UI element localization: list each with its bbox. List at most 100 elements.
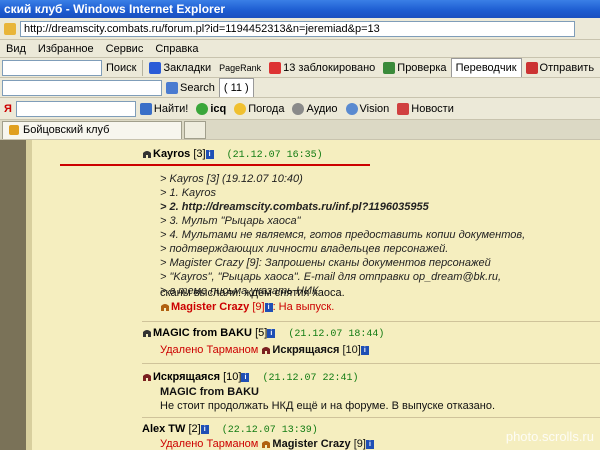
info-icon[interactable]: i [267, 328, 276, 338]
moderator-reply: Magister Crazy [9] i: На выпуск. [160, 300, 334, 314]
news-icon [397, 102, 410, 115]
block-icon [269, 61, 282, 74]
vision-button[interactable]: Vision [342, 100, 394, 118]
quote-line: > Magister Crazy [9]: Запрошены сканы до… [160, 257, 491, 269]
send-button[interactable]: Отправить [522, 59, 599, 77]
weather-label: Погода [248, 102, 285, 115]
deleted-author[interactable]: Magister Crazy [272, 438, 350, 450]
menu-item-view[interactable]: Вид [0, 43, 32, 55]
toolbar-yandex: Я Найти! icq Погода Аудио Vision Новости [0, 98, 600, 120]
audio-button[interactable]: Аудио [288, 100, 341, 118]
count-label: ( 11 ) [223, 81, 249, 94]
separator [142, 59, 144, 76]
post-level: [10] [223, 371, 242, 383]
info-icon[interactable]: i [200, 424, 209, 434]
search-label: Поиск [106, 61, 137, 74]
forum-content: Kayros [3] i (21.12.07 16:35) > Kayros [3… [32, 140, 600, 450]
deleted-author[interactable]: Искрящаяся [272, 344, 339, 356]
post-divider [142, 321, 600, 322]
info-icon[interactable]: i [360, 345, 369, 355]
quote-line: > Kayros [3] (19.12.07 10:40) [160, 173, 303, 185]
reply-level: [9] [252, 301, 265, 313]
menu-item-favorites[interactable]: Избранное [32, 43, 100, 55]
post-level: [3] [193, 148, 206, 160]
pagerank-label: PageRank [219, 62, 262, 73]
audio-icon [292, 102, 305, 115]
weather-icon [234, 102, 247, 115]
quote-link[interactable]: > 2. http://dreamscity.combats.ru/inf.pl… [160, 200, 525, 214]
quote-line: > "Kayros", "Рыцарь хаоса". E-mail для о… [160, 271, 502, 283]
eye-icon [345, 102, 358, 115]
find-label: Найти! [153, 102, 189, 115]
popup-blocker-button[interactable]: 13 заблокировано [265, 59, 379, 77]
helmet-icon [262, 441, 271, 449]
reply-text: : На выпуск. [272, 301, 335, 313]
deleted-by: Удалено Тарманом [160, 438, 259, 450]
star-icon [149, 61, 162, 74]
new-tab-button[interactable] [184, 120, 206, 139]
toolbar-search: Search ( 11 ) [0, 78, 600, 98]
deleted-level: [10] [342, 344, 361, 356]
news-button[interactable]: Новости [393, 100, 458, 118]
post-author[interactable]: Alex TW [142, 423, 185, 435]
post-divider [142, 417, 600, 418]
post-header: Kayros [3] i (21.12.07 16:35) [142, 148, 323, 161]
yandex-search-input[interactable] [15, 100, 136, 117]
check-label: Проверка [397, 61, 447, 74]
page-icon [9, 125, 19, 135]
info-icon[interactable]: i [365, 439, 374, 449]
count-widget[interactable]: ( 11 ) [218, 78, 254, 97]
bookmarks-label: Закладки [163, 61, 212, 74]
search-button[interactable]: Поиск [102, 59, 140, 77]
post-author[interactable]: MAGIC from BAKU [153, 327, 252, 339]
address-bar: http://dreamscity.combats.ru/forum.pl?id… [0, 18, 600, 40]
post-header: MAGIC from BAKU [5] i (21.12.07 18:44) [142, 327, 384, 340]
quote-line: > подтверждающих личности владельцев пер… [160, 243, 449, 255]
tab-fight-club[interactable]: Бойцовский клуб [2, 120, 182, 139]
post-level: [5] [255, 327, 268, 339]
icq-button[interactable]: icq [192, 100, 230, 118]
tab-bar: Бойцовский клуб [0, 120, 600, 140]
spellcheck-button[interactable]: Проверка [379, 59, 450, 77]
abc-check-icon [383, 61, 396, 74]
menu-item-tools[interactable]: Сервис [100, 43, 150, 55]
send-label: Отправить [539, 61, 595, 74]
info-icon[interactable]: i [264, 302, 273, 312]
post-author[interactable]: Искрящаяся [153, 371, 220, 383]
bookmarks-button[interactable]: Закладки [145, 59, 215, 77]
helmet-icon [262, 347, 271, 355]
reply-author[interactable]: Magister Crazy [171, 301, 249, 313]
address-input[interactable]: http://dreamscity.combats.ru/forum.pl?id… [20, 20, 575, 37]
info-icon[interactable]: i [205, 149, 214, 159]
toolbar-search-input[interactable] [2, 59, 102, 76]
quote-line: > 4. Мультами не являемся, готов предост… [160, 229, 526, 241]
translate-label: Переводчик [455, 61, 517, 74]
pagerank-widget[interactable]: PageRank [215, 59, 265, 77]
tab-title: Бойцовский клуб [23, 124, 110, 136]
deleted-by: Удалено Тарманом [160, 344, 259, 356]
helmet-icon [143, 374, 151, 382]
post-message: сканы выслали. ждём снятия хаоса. [160, 287, 345, 299]
magnifier-icon [139, 102, 152, 115]
red-underline [60, 164, 370, 166]
weather-button[interactable]: Погода [230, 100, 288, 118]
send-icon [525, 61, 538, 74]
vision-label: Vision [359, 102, 390, 115]
find-button[interactable]: Найти! [136, 100, 192, 118]
search2-button[interactable]: Search [162, 79, 219, 97]
page-icon [0, 20, 20, 38]
audio-label: Аудио [306, 102, 338, 115]
helmet-icon [143, 151, 151, 159]
post-date: (21.12.07 16:35) [226, 150, 323, 161]
search2-label: Search [180, 81, 215, 94]
translate-button[interactable]: Переводчик [450, 58, 522, 77]
post-author[interactable]: Kayros [153, 148, 190, 160]
window-title: ский клуб - Windows Internet Explorer [0, 0, 600, 18]
post-header: Искрящаяся [10] i (21.12.07 22:41) [142, 371, 359, 384]
toolbar2-search-input[interactable] [2, 79, 162, 96]
info-icon[interactable]: i [241, 372, 250, 382]
quote-line: > 3. Мульт "Рыцарь хаоса" [160, 215, 301, 227]
watermark: photo.scrolls.ru [505, 429, 594, 444]
magnifier-icon [166, 81, 178, 94]
menu-item-help[interactable]: Справка [149, 43, 204, 55]
